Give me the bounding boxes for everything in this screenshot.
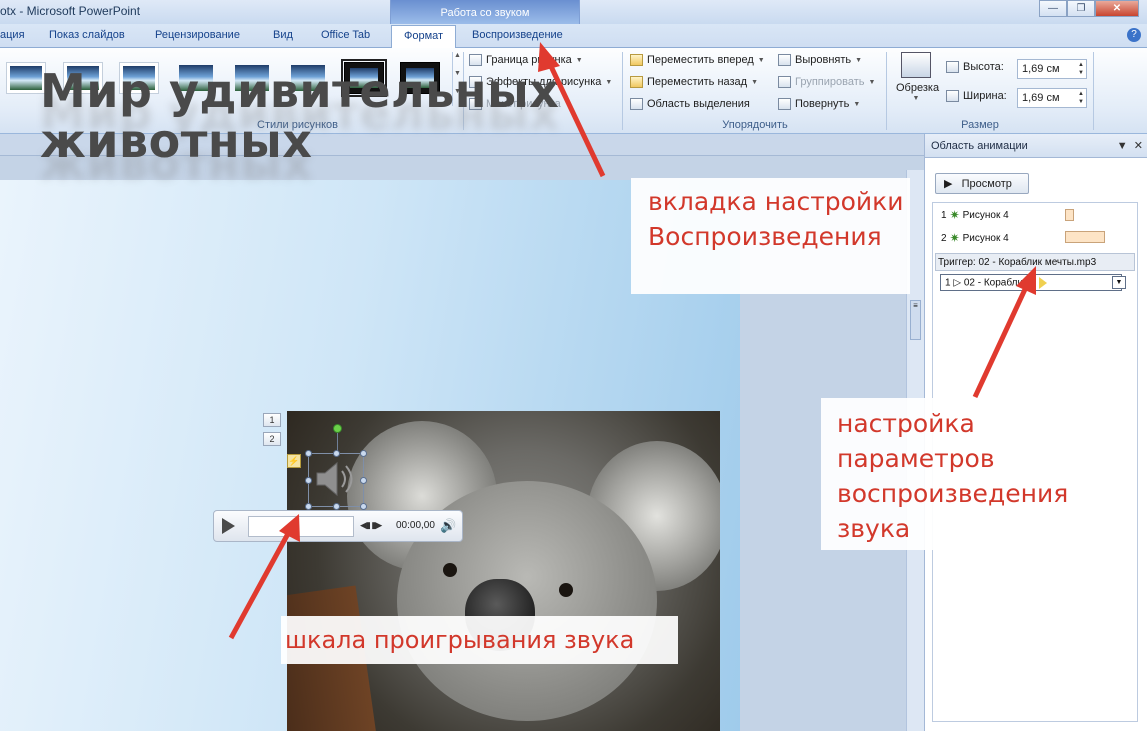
rotation-handle[interactable]: [333, 424, 342, 433]
effect-star-icon: ✷: [949, 208, 960, 222]
effect-star-icon: ✷: [949, 231, 960, 245]
spin-arrows-icon[interactable]: ▲ ▼: [1078, 61, 1084, 77]
rotate-button[interactable]: Повернуть ▼: [778, 98, 860, 110]
trigger-lightning-icon[interactable]: ⚡: [287, 454, 301, 468]
play-icon[interactable]: [222, 518, 235, 534]
audio-player: ◀▮ ▮▶ 00:00,00 🔊: [213, 510, 463, 542]
spin-arrows-icon[interactable]: ▲ ▼: [1078, 90, 1084, 106]
tab-office-tab[interactable]: Office Tab: [321, 29, 370, 41]
callout-playback-tab: вкладка настройки Воспроизведения: [631, 178, 910, 294]
tab-slideshow[interactable]: Показ слайдов: [49, 29, 125, 41]
tab-animation[interactable]: ация: [0, 29, 25, 41]
callout-sound-params: настройка параметров воспроизведения зву…: [821, 398, 1090, 550]
group-label-size: Размер: [961, 119, 999, 131]
playback-timeline[interactable]: [248, 516, 354, 537]
tab-format[interactable]: Формат: [391, 25, 457, 49]
bring-forward-icon: [630, 54, 643, 66]
width-input[interactable]: 1,69 см ▲ ▼: [1017, 88, 1087, 108]
close-button[interactable]: ✕: [1095, 0, 1139, 17]
item-dropdown-icon[interactable]: ▼: [1112, 276, 1126, 289]
trigger-animation-item[interactable]: 1 ▷ 02 - Кораблик... ▼: [940, 274, 1126, 291]
animation-item[interactable]: 1 ✷ Рисунок 4: [941, 208, 1009, 222]
pane-menu-icon[interactable]: ▼ ✕: [1117, 139, 1143, 152]
animation-order-tag[interactable]: 2: [263, 432, 281, 446]
callout-timeline: шкала проигрывания звука: [281, 616, 678, 664]
play-outline-icon: ▷: [953, 277, 962, 289]
tab-playback[interactable]: Воспроизведение: [472, 29, 563, 41]
animation-item[interactable]: 2 ✷ Рисунок 4: [941, 231, 1009, 245]
playback-time: 00:00,00: [396, 520, 435, 531]
maximize-button[interactable]: ❐: [1067, 0, 1095, 17]
group-icon: [778, 76, 791, 88]
context-tab-header: Работа со звуком: [390, 0, 580, 26]
timing-bar[interactable]: [1065, 231, 1105, 243]
minimize-button[interactable]: —: [1039, 0, 1067, 17]
height-label: Высота:: [946, 61, 1004, 73]
group-label-arrange: Упорядочить: [722, 119, 788, 131]
speaker-icon[interactable]: [313, 460, 357, 498]
group-button[interactable]: Группировать ▼: [778, 76, 875, 88]
animation-pane-header: Область анимации ▼ ✕: [925, 134, 1147, 158]
animation-order-tag[interactable]: 1: [263, 413, 281, 427]
tab-view[interactable]: Вид: [273, 29, 293, 41]
tab-review[interactable]: Рецензирование: [155, 29, 240, 41]
preview-button[interactable]: ▶ Просмотр: [935, 173, 1029, 194]
width-label: Ширина:: [946, 90, 1007, 102]
seek-icon[interactable]: ◀▮ ▮▶: [360, 520, 382, 531]
help-icon[interactable]: ?: [1127, 28, 1141, 42]
play-icon: ▶: [944, 178, 953, 190]
window-controls: — ❐ ✕: [1039, 0, 1139, 17]
trigger-header[interactable]: Триггер: 02 - Кораблик мечты.mp3: [935, 253, 1135, 271]
timing-bar[interactable]: [1065, 209, 1074, 221]
align-button[interactable]: Выровнять ▼: [778, 54, 862, 66]
bring-forward-button[interactable]: Переместить вперед ▼: [630, 54, 765, 66]
align-icon: [778, 54, 791, 66]
volume-icon[interactable]: 🔊: [440, 518, 456, 534]
ribbon-tabs: ация Показ слайдов Рецензирование Вид Of…: [0, 24, 1147, 49]
rotate-icon: [778, 98, 791, 110]
scroll-thumb[interactable]: ≡: [910, 300, 921, 340]
crop-button[interactable]: Обрезка ▼: [896, 52, 939, 112]
height-input[interactable]: 1,69 см ▲ ▼: [1017, 59, 1087, 79]
title-bar: otx - Microsoft PowerPoint Работа со зву…: [0, 0, 1147, 26]
crop-icon: [901, 52, 931, 78]
window-title: otx - Microsoft PowerPoint: [0, 4, 141, 18]
height-icon: [946, 61, 959, 73]
timing-marker-icon: [1038, 277, 1047, 289]
slide-title[interactable]: Мир удивительных животных: [40, 66, 660, 166]
width-icon: [946, 90, 959, 102]
